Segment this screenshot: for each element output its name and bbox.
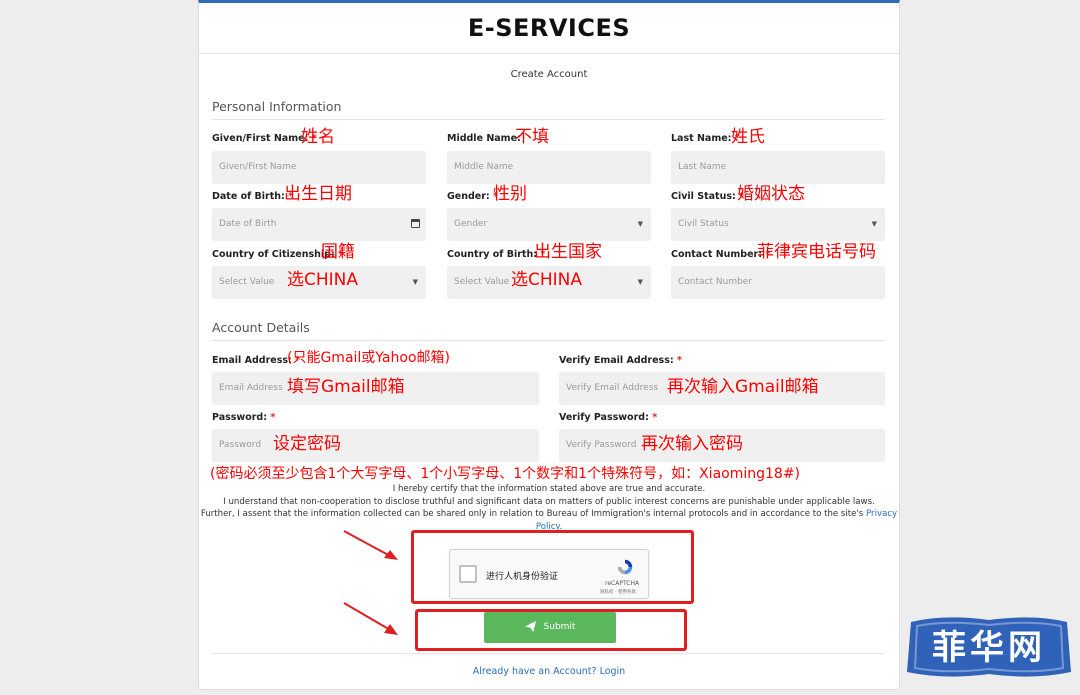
arrow-to-submit-icon [343, 602, 398, 635]
citizenship-select-annotation: 选CHINA [287, 270, 359, 290]
calendar-icon[interactable] [411, 219, 420, 228]
title-bar: E-SERVICES [199, 3, 899, 54]
verify-email-label: Verify Email Address: * [559, 355, 682, 366]
last-name-input[interactable]: Last Name [671, 151, 885, 184]
dob-annotation: 出生日期 [284, 184, 352, 204]
contact-number-annotation: 菲律宾电话号码 [757, 242, 876, 262]
first-name-annotation: 姓名 [301, 127, 335, 147]
first-name-input[interactable]: Given/First Name [212, 151, 426, 184]
login-link[interactable]: Already have an Account? Login [199, 666, 899, 677]
civil-status-select[interactable]: Civil Status ▼ [671, 208, 885, 241]
page-title: E-SERVICES [467, 14, 631, 42]
civil-status-placeholder: Civil Status [678, 219, 729, 229]
email-field-annotation: 填写Gmail邮箱 [287, 377, 405, 397]
verify-password-label: Verify Password: * [559, 412, 658, 423]
last-name-annotation: 姓氏 [731, 127, 765, 147]
password-input[interactable]: Password [212, 429, 539, 462]
gender-annotation: 性别 [493, 184, 527, 204]
captcha-label: 进行人机身份验证 [486, 572, 559, 582]
birth-country-annotation: 出生国家 [534, 242, 602, 262]
birth-country-placeholder: Select Value [454, 277, 510, 287]
certify-line-2: I understand that non-cooperation to dis… [223, 496, 875, 507]
arrow-to-captcha-icon [343, 530, 398, 560]
submit-button[interactable]: Submit [484, 612, 616, 643]
password-label: Password: * [212, 412, 276, 423]
dob-placeholder: Date of Birth [219, 219, 277, 229]
watermark-text: 菲华网 [932, 628, 1046, 668]
registration-card: E-SERVICES Create Account Personal Infor… [198, 0, 900, 690]
captcha-checkbox[interactable] [459, 565, 477, 583]
send-icon [524, 621, 536, 632]
certify-line-1: I hereby certify that the information st… [392, 484, 706, 494]
section-title-personal: Personal Information [212, 99, 885, 120]
dob-input[interactable]: Date of Birth [212, 208, 426, 241]
chevron-down-icon: ▼ [637, 278, 643, 286]
email-annotation: (只能Gmail或Yahoo邮箱) [287, 350, 450, 366]
middle-name-annotation: 不填 [515, 127, 549, 147]
dob-label: Date of Birth: * [212, 191, 294, 202]
gender-select[interactable]: Gender ▼ [447, 208, 651, 241]
recaptcha-logo-icon [617, 559, 633, 575]
citizenship-annotation: 国籍 [321, 242, 355, 262]
verify-password-annotation: 再次输入密码 [641, 434, 743, 454]
chevron-down-icon: ▼ [637, 220, 643, 228]
citizenship-placeholder: Select Value [219, 277, 275, 287]
civil-status-label: Civil Status: * [671, 191, 745, 202]
birth-country-label: Country of Birth: * [447, 249, 546, 260]
watermark-logo: 菲华网 [905, 612, 1073, 684]
birth-country-select-annotation: 选CHINA [511, 270, 583, 290]
gender-label: Gender: * [447, 191, 499, 202]
password-annotation: 设定密码 [273, 434, 341, 454]
recaptcha-widget: 进行人机身份验证 reCAPTCHA 隐私权 - 使用条款 [449, 549, 649, 599]
footer-divider [212, 653, 885, 654]
civil-status-annotation: 婚姻状态 [737, 184, 805, 204]
gender-placeholder: Gender [454, 219, 488, 229]
page-subtitle: Create Account [510, 69, 588, 80]
contact-number-label: Contact Number: * [671, 249, 771, 260]
chevron-down-icon: ▼ [412, 278, 418, 286]
verify-email-annotation: 再次输入Gmail邮箱 [667, 377, 819, 397]
middle-name-input[interactable]: Middle Name [447, 151, 651, 184]
contact-number-input[interactable]: Contact Number [671, 266, 885, 299]
middle-name-label: Middle Name: [447, 133, 521, 144]
submit-label: Submit [543, 622, 576, 632]
last-name-label: Last Name: * [671, 133, 740, 144]
captcha-terms: 隐私权 - 使用条款 [600, 590, 636, 595]
section-title-account: Account Details [212, 320, 885, 341]
password-rule-annotation: (密码必须至少包含1个大写字母、1个小写字母、1个数字和1个特殊符号，如：Xia… [210, 466, 801, 482]
chevron-down-icon: ▼ [871, 220, 877, 228]
certification-text: I hereby certify that the information st… [199, 483, 899, 533]
captcha-brand: reCAPTCHA [605, 580, 640, 587]
